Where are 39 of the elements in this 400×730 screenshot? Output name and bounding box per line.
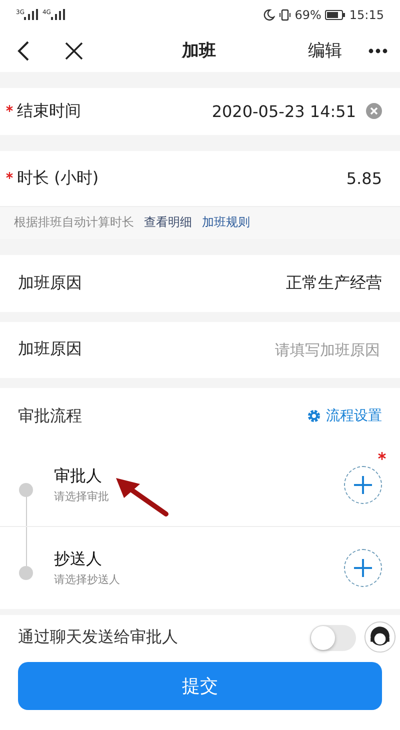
step-title: 审批人 <box>54 466 103 488</box>
battery-percent: 69% <box>294 8 322 22</box>
step-hint: 请选择抄送人 <box>54 572 121 588</box>
add-person-button[interactable] <box>344 549 382 588</box>
back-icon <box>16 40 30 61</box>
support-avatar-icon[interactable] <box>364 621 396 654</box>
battery-icon <box>325 10 346 20</box>
gear-icon <box>307 409 321 424</box>
plus-icon <box>353 558 373 578</box>
signal-icon <box>50 9 65 20</box>
submit-button[interactable]: 提交 <box>18 662 382 710</box>
hint-text: 根据排班自动计算时长 <box>14 214 134 232</box>
annotation-arrow <box>114 476 170 518</box>
step-title: 抄送人 <box>54 549 103 570</box>
step-hint: 请选择审批 <box>54 489 110 504</box>
field-value[interactable]: 2020-05-23 14:51 <box>212 102 356 121</box>
field-value: 5.85 <box>346 169 382 188</box>
section-title: 审批流程 <box>18 406 82 427</box>
field-value[interactable]: 正常生产经营 <box>286 272 382 294</box>
moon-icon <box>262 8 275 21</box>
close-icon <box>64 40 84 61</box>
toggle-switch[interactable] <box>310 624 356 651</box>
field-label: 加班原因 <box>18 272 82 294</box>
hint-link[interactable]: 加班规则 <box>202 214 250 232</box>
add-person-button[interactable] <box>344 466 382 504</box>
more-icon <box>368 48 388 54</box>
field-label: 结束时间 <box>17 100 81 122</box>
field-label: 加班原因 <box>18 339 82 360</box>
page-title: 加班 <box>180 40 217 62</box>
clock: 15:15 <box>349 8 384 22</box>
flow-settings-link[interactable]: 流程设置 <box>307 407 382 426</box>
clear-icon[interactable] <box>366 103 382 120</box>
edit-button[interactable]: 编辑 <box>308 39 342 62</box>
hint-link[interactable]: 查看明细 <box>144 214 192 232</box>
toggle-label: 通过聊天发送给审批人 <box>18 627 178 648</box>
signal-icon <box>24 9 38 20</box>
vibrate-icon <box>278 8 291 21</box>
field-label: 时长 (小时) <box>17 168 99 190</box>
plus-icon <box>353 475 373 496</box>
